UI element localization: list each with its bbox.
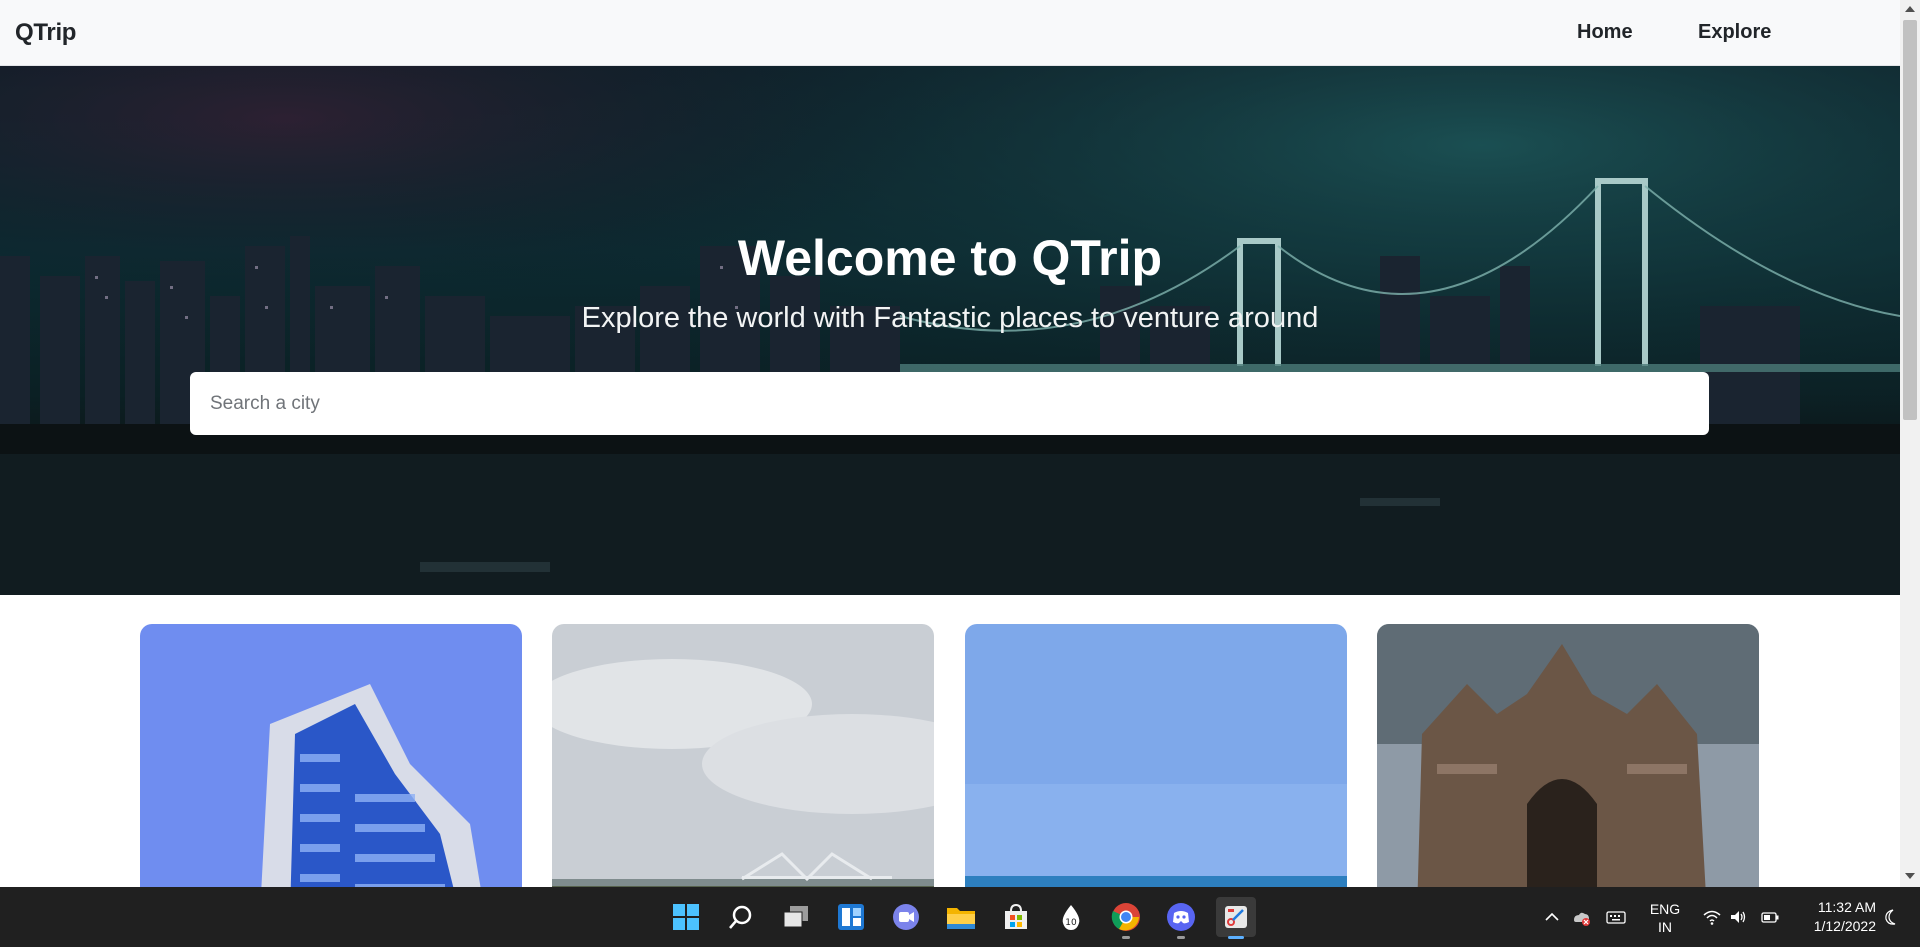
svg-text:10: 10 [1065, 918, 1077, 928]
region-code: IN [1658, 919, 1672, 935]
city-search-input[interactable] [190, 372, 1709, 435]
scroll-down-arrow-icon[interactable] [1905, 873, 1915, 879]
file-explorer-icon[interactable] [941, 897, 981, 937]
keyboard-icon[interactable] [1606, 907, 1626, 927]
nav-home-link[interactable]: Home [1577, 21, 1633, 44]
running-indicator [1122, 936, 1130, 939]
city-card[interactable] [965, 624, 1347, 887]
battery-icon[interactable] [1760, 907, 1780, 927]
clock-time: 11:32 AM [1817, 899, 1876, 915]
onedrive-error-icon[interactable] [1571, 907, 1591, 927]
blue-sky-sea-photo [965, 624, 1347, 887]
hero-subtitle: Explore the world with Fantastic places … [581, 302, 1319, 334]
scroll-thumb[interactable] [1903, 20, 1917, 420]
hero-title: Welcome to QTrip [737, 230, 1163, 286]
search-icon[interactable] [721, 897, 761, 937]
chevron-up-icon[interactable] [1542, 907, 1562, 927]
app-icon[interactable]: 10 [1051, 897, 1091, 937]
teams-chat-icon[interactable] [886, 897, 926, 937]
widgets-icon[interactable] [831, 897, 871, 937]
wifi-icon[interactable] [1702, 907, 1722, 927]
moon-icon[interactable] [1880, 907, 1900, 927]
task-view-icon[interactable] [776, 897, 816, 937]
brand-logo[interactable]: QTrip [15, 19, 76, 47]
scroll-up-arrow-icon[interactable] [1905, 6, 1915, 12]
snipping-tool-icon[interactable] [1216, 897, 1256, 939]
chrome-icon[interactable] [1106, 897, 1146, 939]
gateway-monument-photo [1377, 624, 1759, 887]
active-indicator [1228, 936, 1244, 939]
bridge-river-photo [552, 624, 934, 887]
city-card[interactable] [140, 624, 522, 887]
volume-icon[interactable] [1728, 907, 1748, 927]
taskbar: 10 ENG IN 11:32 AM 1/12/2022 [0, 887, 1920, 947]
city-card[interactable] [1377, 624, 1759, 887]
city-card[interactable] [552, 624, 934, 887]
clock-date: 1/12/2022 [1813, 918, 1876, 934]
hero-banner: Welcome to QTrip Explore the world with … [0, 66, 1900, 595]
discord-icon[interactable] [1161, 897, 1201, 939]
browser-viewport: QTrip Home Explore Welcome to QTrip Expl… [0, 0, 1920, 887]
start-icon[interactable] [666, 897, 706, 937]
glass-building-photo [140, 624, 522, 887]
navbar: QTrip Home Explore [0, 0, 1900, 66]
language-code: ENG [1649, 901, 1681, 917]
running-indicator [1177, 936, 1185, 939]
page-scrollbar[interactable] [1900, 0, 1920, 887]
language-indicator[interactable]: ENG IN [1649, 900, 1681, 947]
store-icon[interactable] [996, 897, 1036, 937]
nav-explore-link[interactable]: Explore [1698, 21, 1771, 44]
system-clock[interactable]: 11:32 AM 1/12/2022 [1790, 898, 1876, 947]
